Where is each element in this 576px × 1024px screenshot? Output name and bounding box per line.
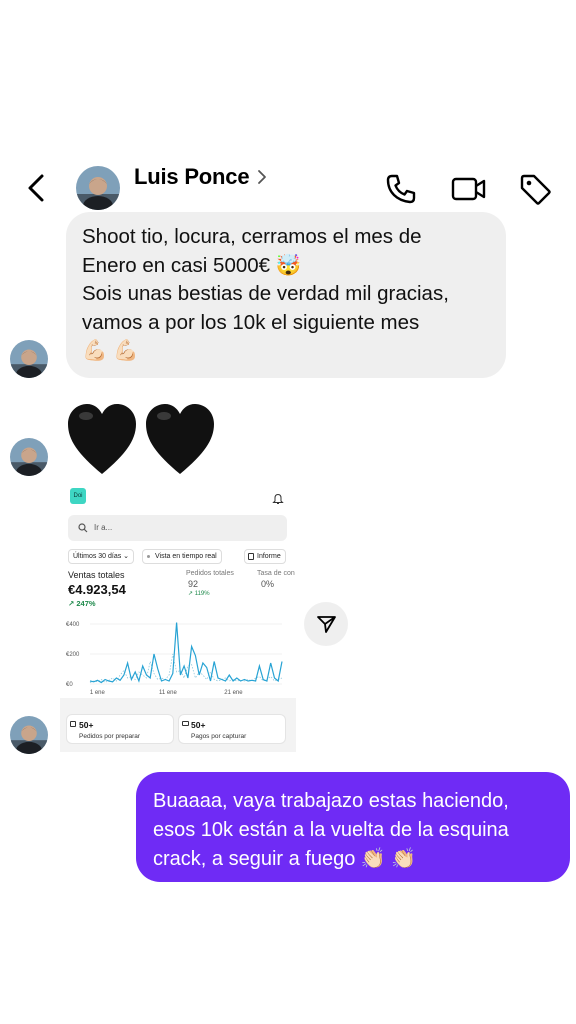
payment-icon (182, 721, 189, 726)
video-call-icon[interactable] (450, 172, 488, 206)
contact-avatar[interactable] (76, 166, 120, 210)
message-line: Shoot tio, locura, cerramos el mes de (82, 225, 422, 248)
orders-growth: ↗ 119% (188, 591, 210, 597)
sales-label: Ventas totales (68, 570, 125, 580)
dashboard-search: Ir a... (68, 515, 287, 541)
rate-value: 0% (261, 579, 275, 589)
chart-background (60, 614, 296, 698)
rate-label: Tasa de con (257, 570, 295, 577)
report-chip-label: Informe (257, 553, 281, 560)
black-heart-icon (68, 404, 214, 474)
card-label: Pedidos por preparar (79, 733, 141, 740)
y-tick-label: €400 (66, 622, 80, 628)
x-tick-label: 21 ene (224, 690, 243, 696)
tag-icon[interactable] (518, 172, 552, 206)
x-tick-label: 11 ene (159, 690, 178, 696)
message-line: crack, a seguir a fuego 👏🏻 👏🏻 (153, 848, 417, 870)
sender-avatar[interactable] (10, 340, 48, 378)
message-line: Buaaaa, vaya trabajazo estas haciendo, (153, 790, 509, 812)
sender-avatar[interactable] (10, 438, 48, 476)
inbox-icon (70, 721, 76, 727)
payments-to-capture-card: 50+ Pagos por capturar (178, 714, 286, 744)
message-line: Enero en casi 5000€ 🤯 (82, 253, 302, 277)
image-attachment[interactable]: Doi Ir a... Últimos 30 días ⌄ Vista en t… (60, 478, 296, 752)
back-arrow-icon[interactable] (24, 172, 50, 204)
outgoing-message-bubble[interactable]: Buaaaa, vaya trabajazo estas haciendo, e… (136, 772, 570, 882)
orders-to-prepare-card: 50+ Pedidos por preparar (66, 714, 174, 744)
dot-icon (147, 555, 150, 558)
sales-growth: ↗ 247% (68, 599, 96, 608)
search-icon (78, 523, 88, 533)
search-placeholder: Ir a... (94, 523, 113, 532)
sender-avatar[interactable] (10, 716, 48, 754)
y-tick-label: €200 (66, 652, 80, 658)
orders-label: Pedidos totales (186, 570, 234, 577)
y-tick-label: €0 (66, 682, 73, 688)
sales-value: €4.923,54 (68, 582, 126, 597)
sales-line-chart: €400 €200 €0 1 ene 11 ene 21 ene (60, 614, 296, 698)
send-icon (317, 616, 336, 633)
realtime-chip: Vista en tiempo real (142, 549, 222, 564)
message-line: esos 10k están a la vuelta de la esquina (153, 819, 509, 841)
message-line: Sois unas bestias de verdad mil gracias, (82, 282, 449, 305)
chevron-right-icon[interactable] (256, 168, 268, 186)
share-button[interactable] (304, 602, 348, 646)
bell-icon (272, 492, 284, 504)
phone-icon[interactable] (384, 172, 418, 206)
date-range-chip: Últimos 30 días ⌄ (68, 549, 135, 564)
emoji-message[interactable] (66, 400, 226, 480)
card-value: 50+ (191, 720, 206, 730)
app-logo: Doi (70, 488, 86, 504)
report-chip: Informe (244, 549, 286, 564)
report-icon (248, 553, 254, 560)
card-value: 50+ (79, 720, 94, 730)
card-label: Pagos por capturar (191, 733, 247, 740)
incoming-message-bubble[interactable]: Shoot tio, locura, cerramos el mes de En… (66, 212, 506, 378)
contact-name[interactable]: Luis Ponce (134, 164, 250, 190)
realtime-chip-label: Vista en tiempo real (155, 553, 217, 560)
message-line: 💪🏻 💪🏻 (82, 339, 139, 362)
orders-value: 92 (188, 579, 199, 589)
message-line: vamos a por los 10k el siguiente mes (82, 310, 420, 334)
x-tick-label: 1 ene (90, 690, 106, 696)
